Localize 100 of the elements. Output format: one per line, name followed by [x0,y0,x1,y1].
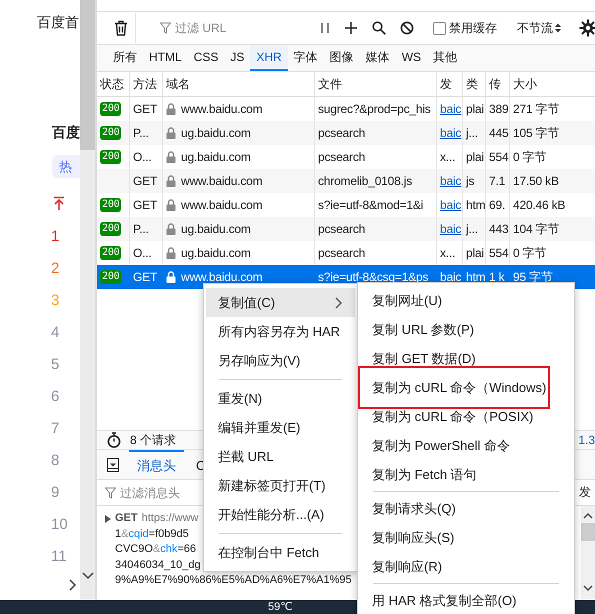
table-cell: pcsearch [315,121,437,145]
menu-item[interactable]: 复制值(C) [206,288,355,317]
filter-tab[interactable]: JS [224,45,250,71]
menu-item[interactable]: 新建标签页打开(T) [204,471,357,500]
initiator-link[interactable]: baic [440,270,462,284]
search-icon[interactable] [372,21,386,35]
chevron-up-icon[interactable] [583,512,593,519]
menu-item[interactable]: 复制 URL 参数(P) [358,315,574,344]
table-cell: P... [130,121,163,145]
request-line: 34046034_10_dg [114,558,201,572]
menu-item[interactable]: 拦截 URL [204,442,357,471]
menu-item[interactable]: 复制请求头(Q) [358,494,574,523]
rank-number: 8 [51,452,60,470]
menu-item[interactable]: 所有内容另存为 HAR [204,317,357,346]
initiator-link[interactable]: baic [440,198,462,212]
table-cell: 443 [486,217,510,241]
column-header[interactable]: 大小 [510,72,595,96]
filter-tab[interactable]: CSS [188,45,224,71]
menu-item[interactable]: 编辑并重发(E) [204,413,357,442]
filter-tab[interactable]: 图像 [324,45,360,71]
column-header[interactable]: 文件 [315,72,437,96]
pause-icon[interactable] [320,22,330,34]
chevron-down-icon[interactable] [583,585,593,592]
table-cell: j... [463,121,486,145]
table-row[interactable]: GET www.baidu.com chromelib_0108.js baic js 7.1 17.50 kB [97,169,595,193]
table-cell-text: s?ie=utf-8&csq=1&ps [317,269,430,286]
filter-tab[interactable]: 所有 [107,45,143,71]
menu-item[interactable]: 在控制台中 Fetch [204,538,357,567]
table-cell: www.baidu.com [181,174,262,188]
rank-number: 1 [51,228,60,246]
filter-tab[interactable]: XHR [250,45,288,71]
menu-item[interactable]: 复制网址(U) [358,286,574,315]
menu-item[interactable]: 重发(N) [204,384,357,413]
filter-tab[interactable]: 字体 [288,45,324,71]
detail-tab[interactable]: 消息头 [129,450,184,479]
menu-item[interactable]: 复制响应(R) [358,552,574,581]
lock-icon [166,127,176,139]
table-row[interactable]: 200 P... ug.baidu.com pcsearch baic j... 443 104 字节 [97,217,595,241]
rank-number: 6 [51,388,60,406]
scrollbar-thumb[interactable] [80,0,95,150]
table-cell-text: 0 字节 [512,244,548,262]
table-cell-text: 105 字节 [512,124,560,142]
menu-item[interactable]: 另存响应为(V) [204,346,357,375]
status-badge: 200 [100,222,122,236]
url-filter-field[interactable]: 过滤 URL [175,21,305,35]
table-cell: x... [440,150,456,164]
request-count: 8 个请求 [130,432,176,448]
column-header[interactable]: 类 [463,72,486,96]
filter-tab[interactable]: 其他 [427,45,464,71]
chevron-down-icon[interactable] [82,572,94,580]
request-line: GET https://www [105,511,198,526]
column-header[interactable]: 发 [437,72,463,96]
filter-tab[interactable]: HTML [143,45,188,71]
panel-toggle-icon[interactable] [107,458,119,472]
column-header[interactable]: 域名 [163,72,315,96]
table-cell: ug.baidu.com [181,150,251,164]
checkbox[interactable] [433,22,446,34]
initiator-link[interactable]: baic [440,102,462,116]
menu-item[interactable]: 复制为 cURL 命令（Windows) [358,366,550,409]
status-badge: 200 [100,102,122,116]
lock-icon [166,199,176,211]
initiator-link[interactable]: baic [440,126,462,140]
initiator-link[interactable]: baic [440,174,462,188]
table-cell: www.baidu.com [181,270,262,284]
menu-item[interactable]: 开始性能分析...(A) [204,500,357,529]
menu-item[interactable]: 用 HAR 格式复制全部(O) [358,586,574,614]
table-cell-text: 17.50 kB [512,173,560,190]
column-header[interactable]: 状态 [97,72,130,96]
rank-number: 9 [51,484,60,502]
stopwatch-icon [107,432,121,448]
resend-button[interactable]: 发 [579,484,595,501]
column-header[interactable]: 传 [486,72,510,96]
trash-icon[interactable] [114,20,128,36]
table-cell: P... [130,217,163,241]
column-header[interactable]: 方法 [130,72,163,96]
initiator-link[interactable]: baic [440,222,462,236]
menu-item[interactable]: 复制响应头(S) [358,523,574,552]
request-line: 1&cqid=f0b9d5 [114,526,189,542]
summary-text: 1.3 [578,433,595,447]
table-cell-text: 271 字节 [512,100,560,118]
table-row[interactable]: 200 P... ug.baidu.com pcsearch baic j... 445 105 字节 [97,121,595,145]
table-cell: j... [463,217,486,241]
rank-number: 2 [51,260,60,278]
chevron-right-icon [335,296,343,308]
table-cell: js [463,169,486,193]
chevron-right-icon[interactable] [69,579,77,591]
temperature-text: 59℃ [268,600,293,614]
filter-tab[interactable]: 媒体 [360,45,396,71]
menu-item[interactable]: 复制为 PowerShell 命令 [358,431,574,460]
menu-item[interactable]: 复制为 Fetch 语句 [358,460,574,489]
rank-number: 10 [51,516,68,534]
throttle-select[interactable]: 不节流 [509,17,565,39]
table-cell: ug.baidu.com [181,246,251,260]
status-badge: 200 [100,270,122,284]
block-icon[interactable] [400,21,414,35]
filter-tab[interactable]: WS [396,45,428,71]
scrollbar-thumb[interactable] [581,523,595,541]
plus-icon[interactable] [344,21,358,35]
checkbox-label[interactable]: 禁用缓存 [449,20,497,36]
hot-tab[interactable]: 热 [52,155,80,178]
